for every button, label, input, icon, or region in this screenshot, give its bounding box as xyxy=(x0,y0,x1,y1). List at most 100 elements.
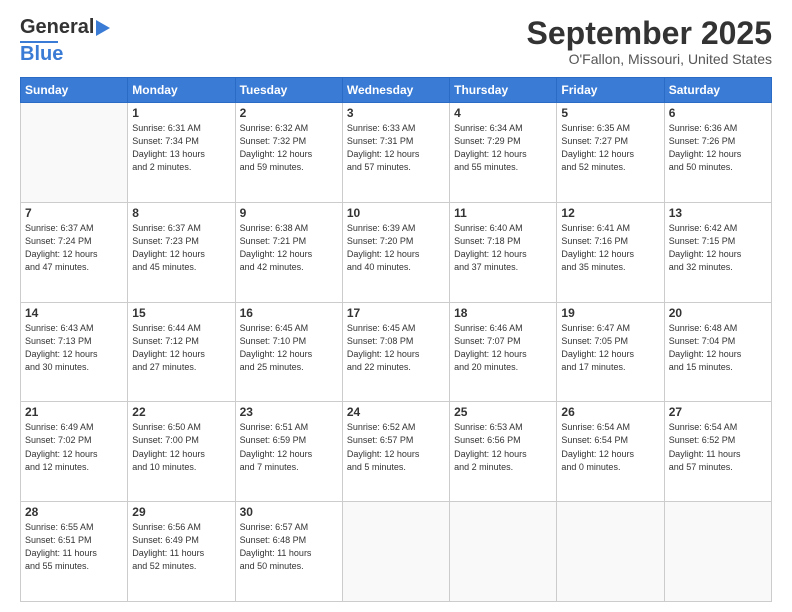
header: General Blue September 2025 O'Fallon, Mi… xyxy=(20,16,772,67)
day-info: Sunrise: 6:49 AMSunset: 7:02 PMDaylight:… xyxy=(25,421,123,473)
calendar-day-cell: 19Sunrise: 6:47 AMSunset: 7:05 PMDayligh… xyxy=(557,302,664,402)
calendar-day-cell xyxy=(450,502,557,602)
day-number: 8 xyxy=(132,206,230,220)
day-info: Sunrise: 6:39 AMSunset: 7:20 PMDaylight:… xyxy=(347,222,445,274)
day-number: 25 xyxy=(454,405,552,419)
day-number: 12 xyxy=(561,206,659,220)
calendar-day-cell: 21Sunrise: 6:49 AMSunset: 7:02 PMDayligh… xyxy=(21,402,128,502)
day-number: 1 xyxy=(132,106,230,120)
day-number: 10 xyxy=(347,206,445,220)
calendar-day-cell: 15 Sunrise: 6:44 AMSunset: 7:12 PMDayligh… xyxy=(128,302,235,402)
day-number: 16 xyxy=(240,306,338,320)
day-info: Sunrise: 6:57 AMSunset: 6:48 PMDaylight:… xyxy=(240,521,338,573)
calendar-day-cell: 25 Sunrise: 6:53 AMSunset: 6:56 PMDayligh… xyxy=(450,402,557,502)
day-info: Sunrise: 6:37 AMSunset: 7:23 PMDaylight:… xyxy=(132,222,230,274)
calendar-day-cell: 28 Sunrise: 6:55 AMSunset: 6:51 PMDayligh… xyxy=(21,502,128,602)
calendar-day-cell xyxy=(21,103,128,203)
calendar-day-cell: 17 Sunrise: 6:45 AMSunset: 7:08 PMDayligh… xyxy=(342,302,449,402)
weekday-header: Sunday xyxy=(21,78,128,103)
calendar-day-cell: 20Sunrise: 6:48 AMSunset: 7:04 PMDayligh… xyxy=(664,302,771,402)
month-title: September 2025 xyxy=(527,16,772,51)
day-number: 22 xyxy=(132,405,230,419)
calendar-day-cell: 6Sunrise: 6:36 AMSunset: 7:26 PMDaylight… xyxy=(664,103,771,203)
calendar-day-cell: 16 Sunrise: 6:45 AMSunset: 7:10 PMDayligh… xyxy=(235,302,342,402)
calendar-day-cell: 26 Sunrise: 6:54 AMSunset: 6:54 PMDayligh… xyxy=(557,402,664,502)
day-info: Sunrise: 6:33 AMSunset: 7:31 PMDaylight:… xyxy=(347,122,445,174)
day-info: Sunrise: 6:45 AMSunset: 7:08 PMDaylight:… xyxy=(347,322,445,374)
day-number: 4 xyxy=(454,106,552,120)
weekday-header: Thursday xyxy=(450,78,557,103)
day-info: Sunrise: 6:52 AMSunset: 6:57 PMDaylight:… xyxy=(347,421,445,473)
logo-general-text: General xyxy=(20,16,94,39)
title-section: September 2025 O'Fallon, Missouri, Unite… xyxy=(527,16,772,67)
calendar-week-row: 1 Sunrise: 6:31 AMSunset: 7:34 PMDaylight… xyxy=(21,103,772,203)
day-number: 7 xyxy=(25,206,123,220)
day-info: Sunrise: 6:50 AMSunset: 7:00 PMDaylight:… xyxy=(132,421,230,473)
day-number: 3 xyxy=(347,106,445,120)
page: General Blue September 2025 O'Fallon, Mi… xyxy=(0,0,792,612)
day-info: Sunrise: 6:53 AMSunset: 6:56 PMDaylight:… xyxy=(454,421,552,473)
day-number: 5 xyxy=(561,106,659,120)
weekday-header: Tuesday xyxy=(235,78,342,103)
day-number: 15 xyxy=(132,306,230,320)
day-number: 14 xyxy=(25,306,123,320)
day-info: Sunrise: 6:40 AMSunset: 7:18 PMDaylight:… xyxy=(454,222,552,274)
day-number: 26 xyxy=(561,405,659,419)
day-number: 20 xyxy=(669,306,767,320)
calendar-day-cell: 24Sunrise: 6:52 AMSunset: 6:57 PMDayligh… xyxy=(342,402,449,502)
day-info: Sunrise: 6:41 AMSunset: 7:16 PMDaylight:… xyxy=(561,222,659,274)
calendar-day-cell: 12 Sunrise: 6:41 AMSunset: 7:16 PMDayligh… xyxy=(557,202,664,302)
calendar-header-row: SundayMondayTuesdayWednesdayThursdayFrid… xyxy=(21,78,772,103)
weekday-header: Friday xyxy=(557,78,664,103)
calendar-day-cell: 5 Sunrise: 6:35 AMSunset: 7:27 PMDaylight… xyxy=(557,103,664,203)
calendar-week-row: 7 Sunrise: 6:37 AMSunset: 7:24 PMDaylight… xyxy=(21,202,772,302)
day-info: Sunrise: 6:46 AMSunset: 7:07 PMDaylight:… xyxy=(454,322,552,374)
day-info: Sunrise: 6:35 AMSunset: 7:27 PMDaylight:… xyxy=(561,122,659,174)
calendar-day-cell: 4 Sunrise: 6:34 AMSunset: 7:29 PMDaylight… xyxy=(450,103,557,203)
calendar-day-cell: 8 Sunrise: 6:37 AMSunset: 7:23 PMDaylight… xyxy=(128,202,235,302)
day-info: Sunrise: 6:45 AMSunset: 7:10 PMDaylight:… xyxy=(240,322,338,374)
calendar-day-cell: 18 Sunrise: 6:46 AMSunset: 7:07 PMDayligh… xyxy=(450,302,557,402)
logo-arrow-icon xyxy=(96,20,110,36)
calendar-day-cell xyxy=(342,502,449,602)
day-info: Sunrise: 6:54 AMSunset: 6:52 PMDaylight:… xyxy=(669,421,767,473)
logo-wrapper: General xyxy=(20,16,110,39)
calendar-day-cell xyxy=(664,502,771,602)
day-info: Sunrise: 6:51 AMSunset: 6:59 PMDaylight:… xyxy=(240,421,338,473)
day-info: Sunrise: 6:55 AMSunset: 6:51 PMDaylight:… xyxy=(25,521,123,573)
weekday-header: Saturday xyxy=(664,78,771,103)
calendar-day-cell: 13Sunrise: 6:42 AMSunset: 7:15 PMDayligh… xyxy=(664,202,771,302)
day-number: 30 xyxy=(240,505,338,519)
day-number: 6 xyxy=(669,106,767,120)
calendar-day-cell: 14 Sunrise: 6:43 AMSunset: 7:13 PMDayligh… xyxy=(21,302,128,402)
calendar-day-cell: 23Sunrise: 6:51 AMSunset: 6:59 PMDayligh… xyxy=(235,402,342,502)
day-number: 18 xyxy=(454,306,552,320)
calendar-week-row: 28 Sunrise: 6:55 AMSunset: 6:51 PMDayligh… xyxy=(21,502,772,602)
calendar-day-cell: 10 Sunrise: 6:39 AMSunset: 7:20 PMDayligh… xyxy=(342,202,449,302)
day-number: 28 xyxy=(25,505,123,519)
day-info: Sunrise: 6:38 AMSunset: 7:21 PMDaylight:… xyxy=(240,222,338,274)
calendar-week-row: 14 Sunrise: 6:43 AMSunset: 7:13 PMDayligh… xyxy=(21,302,772,402)
logo-blue-text: Blue xyxy=(20,43,63,66)
calendar-day-cell xyxy=(557,502,664,602)
day-number: 17 xyxy=(347,306,445,320)
day-number: 27 xyxy=(669,405,767,419)
calendar-day-cell: 29Sunrise: 6:56 AMSunset: 6:49 PMDayligh… xyxy=(128,502,235,602)
day-info: Sunrise: 6:31 AMSunset: 7:34 PMDaylight:… xyxy=(132,122,230,174)
day-number: 19 xyxy=(561,306,659,320)
calendar-day-cell: 3 Sunrise: 6:33 AMSunset: 7:31 PMDaylight… xyxy=(342,103,449,203)
calendar-day-cell: 2Sunrise: 6:32 AMSunset: 7:32 PMDaylight… xyxy=(235,103,342,203)
calendar-day-cell: 9Sunrise: 6:38 AMSunset: 7:21 PMDaylight… xyxy=(235,202,342,302)
day-info: Sunrise: 6:37 AMSunset: 7:24 PMDaylight:… xyxy=(25,222,123,274)
day-info: Sunrise: 6:54 AMSunset: 6:54 PMDaylight:… xyxy=(561,421,659,473)
location: O'Fallon, Missouri, United States xyxy=(527,51,772,67)
day-info: Sunrise: 6:34 AMSunset: 7:29 PMDaylight:… xyxy=(454,122,552,174)
calendar-week-row: 21Sunrise: 6:49 AMSunset: 7:02 PMDayligh… xyxy=(21,402,772,502)
day-info: Sunrise: 6:42 AMSunset: 7:15 PMDaylight:… xyxy=(669,222,767,274)
logo: General Blue xyxy=(20,16,110,66)
calendar-day-cell: 11 Sunrise: 6:40 AMSunset: 7:18 PMDayligh… xyxy=(450,202,557,302)
day-info: Sunrise: 6:56 AMSunset: 6:49 PMDaylight:… xyxy=(132,521,230,573)
day-number: 11 xyxy=(454,206,552,220)
day-info: Sunrise: 6:43 AMSunset: 7:13 PMDaylight:… xyxy=(25,322,123,374)
day-info: Sunrise: 6:44 AMSunset: 7:12 PMDaylight:… xyxy=(132,322,230,374)
